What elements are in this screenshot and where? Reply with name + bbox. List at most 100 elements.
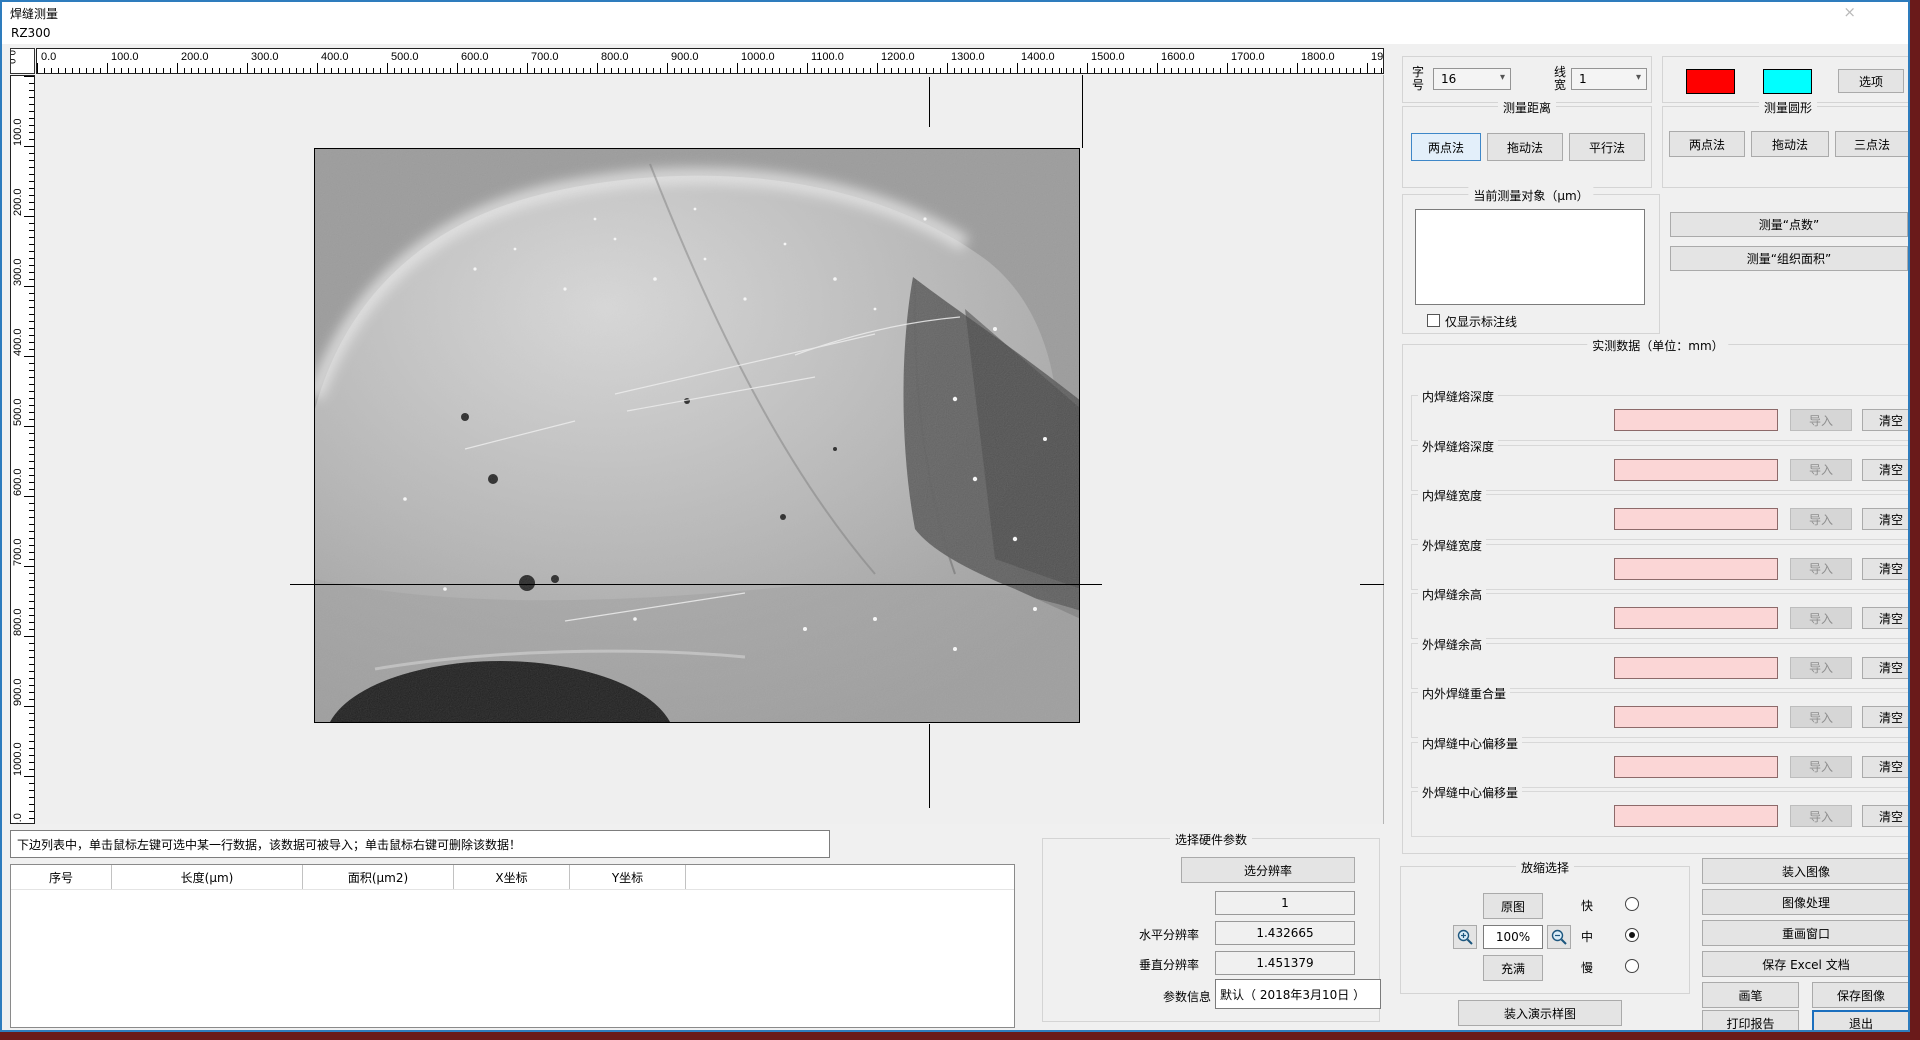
speed-slow-label: 慢: [1581, 959, 1593, 976]
import-button[interactable]: 导入: [1790, 409, 1852, 431]
measurement-value-input[interactable]: [1614, 558, 1778, 580]
measurement-value-input[interactable]: [1614, 706, 1778, 728]
clear-button[interactable]: 清空: [1862, 459, 1910, 481]
measurement-value-input[interactable]: [1614, 657, 1778, 679]
ruler-label: 1500.0: [1091, 51, 1125, 63]
clear-button[interactable]: 清空: [1862, 607, 1910, 629]
measurement-row: 外焊缝宽度 导入 清空: [1411, 544, 1909, 590]
vertical-resolution-label: 垂直分辨率: [1139, 956, 1199, 973]
measurement-label: 内焊缝余高: [1418, 586, 1486, 603]
clear-button[interactable]: 清空: [1862, 508, 1910, 530]
clear-button[interactable]: 清空: [1862, 805, 1910, 827]
ruler-label: 500.0: [391, 51, 419, 63]
hardware-params-group: 选择硬件参数 选分辨率 编号 1 水平分辨率 1.432665 垂直分辨率 1.…: [1042, 838, 1380, 1022]
ruler-label: 200.0: [181, 51, 209, 63]
weld-sample-image[interactable]: [314, 148, 1080, 723]
measurement-value-input[interactable]: [1614, 409, 1778, 431]
ruler-label: 1300.0: [951, 51, 985, 63]
measure-area-button[interactable]: 测量“组织面积”: [1670, 246, 1908, 271]
import-button[interactable]: 导入: [1790, 508, 1852, 530]
show-only-lines-checkbox[interactable]: [1427, 314, 1440, 327]
results-table-header: 长度(μm): [112, 865, 303, 890]
menu-item-rz300[interactable]: RZ300: [11, 26, 50, 40]
speed-medium-radio[interactable]: [1625, 928, 1639, 942]
zoom-out-icon[interactable]: [1547, 925, 1571, 949]
status-hint: 下边列表中，单击鼠标左键可选中某一行数据，该数据可被导入；单击鼠标右键可删除该数…: [10, 830, 830, 858]
measure-guide-vertical-top: [929, 77, 930, 127]
measurement-label: 内焊缝熔深度: [1418, 388, 1498, 405]
distance-parallel-button[interactable]: 平行法: [1569, 133, 1645, 161]
measure-object-listbox[interactable]: [1415, 209, 1645, 305]
ruler-label: 400.0: [12, 304, 26, 356]
load-demo-image-button[interactable]: 装入演示样图: [1458, 1000, 1622, 1026]
process-image-button[interactable]: 图像处理: [1702, 889, 1910, 915]
results-table[interactable]: 序号长度(μm)面积(μm2)X坐标Y坐标: [10, 864, 1015, 1028]
import-button[interactable]: 导入: [1790, 607, 1852, 629]
zoom-value-field[interactable]: 100%: [1483, 925, 1543, 949]
original-size-button[interactable]: 原图: [1483, 893, 1543, 919]
print-report-button[interactable]: 打印报告: [1702, 1010, 1799, 1032]
primary-color-swatch[interactable]: [1686, 69, 1735, 94]
measurement-value-input[interactable]: [1614, 508, 1778, 530]
load-image-button[interactable]: 装入图像: [1702, 858, 1910, 884]
import-button[interactable]: 导入: [1790, 706, 1852, 728]
redraw-window-button[interactable]: 重画窗口: [1702, 920, 1910, 946]
measure-circle-group: 测量圆形 两点法 拖动法 三点法: [1662, 106, 1910, 188]
titlebar: 焊缝测量 ×: [2, 2, 1908, 24]
clear-button[interactable]: 清空: [1862, 756, 1910, 778]
vertical-resolution-field: 1.451379: [1215, 951, 1355, 975]
save-image-button[interactable]: 保存图像: [1812, 982, 1910, 1008]
line-width-select[interactable]: 1 ▾: [1571, 68, 1647, 90]
zoom-select-group: 放缩选择 原图 100% 充满 快 中 慢: [1400, 866, 1690, 994]
ruler-label: 0.0: [41, 51, 56, 63]
circle-drag-button[interactable]: 拖动法: [1751, 131, 1829, 157]
measurement-row: 外焊缝中心偏移量 导入 清空: [1411, 791, 1909, 837]
param-info-field[interactable]: 默认（ 2018年3月10日 ）: [1215, 979, 1381, 1009]
measurement-label: 外焊缝宽度: [1418, 537, 1486, 554]
ruler-label: 800.0: [12, 584, 26, 636]
font-size-select[interactable]: 16 ▾: [1433, 68, 1511, 90]
speed-fast-radio[interactable]: [1625, 897, 1639, 911]
distance-two-point-button[interactable]: 两点法: [1411, 133, 1481, 161]
clear-button[interactable]: 清空: [1862, 558, 1910, 580]
speed-slow-radio[interactable]: [1625, 959, 1639, 973]
horizontal-resolution-field: 1.432665: [1215, 921, 1355, 945]
ruler-label: 1700.0: [1231, 51, 1265, 63]
measurement-value-input[interactable]: [1614, 805, 1778, 827]
ruler-label: 300.0: [251, 51, 279, 63]
ruler-label: 300.0: [12, 234, 26, 286]
import-button[interactable]: 导入: [1790, 558, 1852, 580]
exit-button[interactable]: 退出: [1812, 1010, 1910, 1032]
import-button[interactable]: 导入: [1790, 756, 1852, 778]
measurement-value-input[interactable]: [1614, 756, 1778, 778]
circle-two-point-button[interactable]: 两点法: [1669, 131, 1745, 157]
circle-three-point-button[interactable]: 三点法: [1835, 131, 1909, 157]
measurement-label: 内焊缝宽度: [1418, 487, 1486, 504]
measurement-row: 内焊缝熔深度 导入 清空: [1411, 395, 1909, 441]
measurement-value-input[interactable]: [1614, 607, 1778, 629]
zoom-in-icon[interactable]: [1453, 925, 1477, 949]
clear-button[interactable]: 清空: [1862, 657, 1910, 679]
import-button[interactable]: 导入: [1790, 459, 1852, 481]
clear-button[interactable]: 清空: [1862, 409, 1910, 431]
chevron-down-icon: ▾: [1500, 72, 1505, 83]
ruler-label: 1200.0: [881, 51, 915, 63]
id-field: 1: [1215, 891, 1355, 915]
clear-button[interactable]: 清空: [1862, 706, 1910, 728]
options-button[interactable]: 选项: [1838, 69, 1904, 93]
measure-guide-vertical-right: [1082, 75, 1083, 148]
close-icon[interactable]: ×: [1843, 3, 1856, 21]
measure-guide-horizontal: [290, 584, 1102, 585]
fit-button[interactable]: 充满: [1483, 955, 1543, 981]
measure-points-button[interactable]: 测量“点数”: [1670, 212, 1908, 237]
import-button[interactable]: 导入: [1790, 805, 1852, 827]
distance-drag-button[interactable]: 拖动法: [1487, 133, 1563, 161]
select-resolution-button[interactable]: 选分辨率: [1181, 857, 1355, 883]
import-button[interactable]: 导入: [1790, 657, 1852, 679]
pen-button[interactable]: 画笔: [1702, 982, 1799, 1008]
measurement-value-input[interactable]: [1614, 459, 1778, 481]
results-table-header: 面积(μm2): [303, 865, 454, 890]
save-excel-button[interactable]: 保存 Excel 文档: [1702, 951, 1910, 977]
secondary-color-swatch[interactable]: [1763, 69, 1812, 94]
ruler-label: 1800.0: [1301, 51, 1335, 63]
